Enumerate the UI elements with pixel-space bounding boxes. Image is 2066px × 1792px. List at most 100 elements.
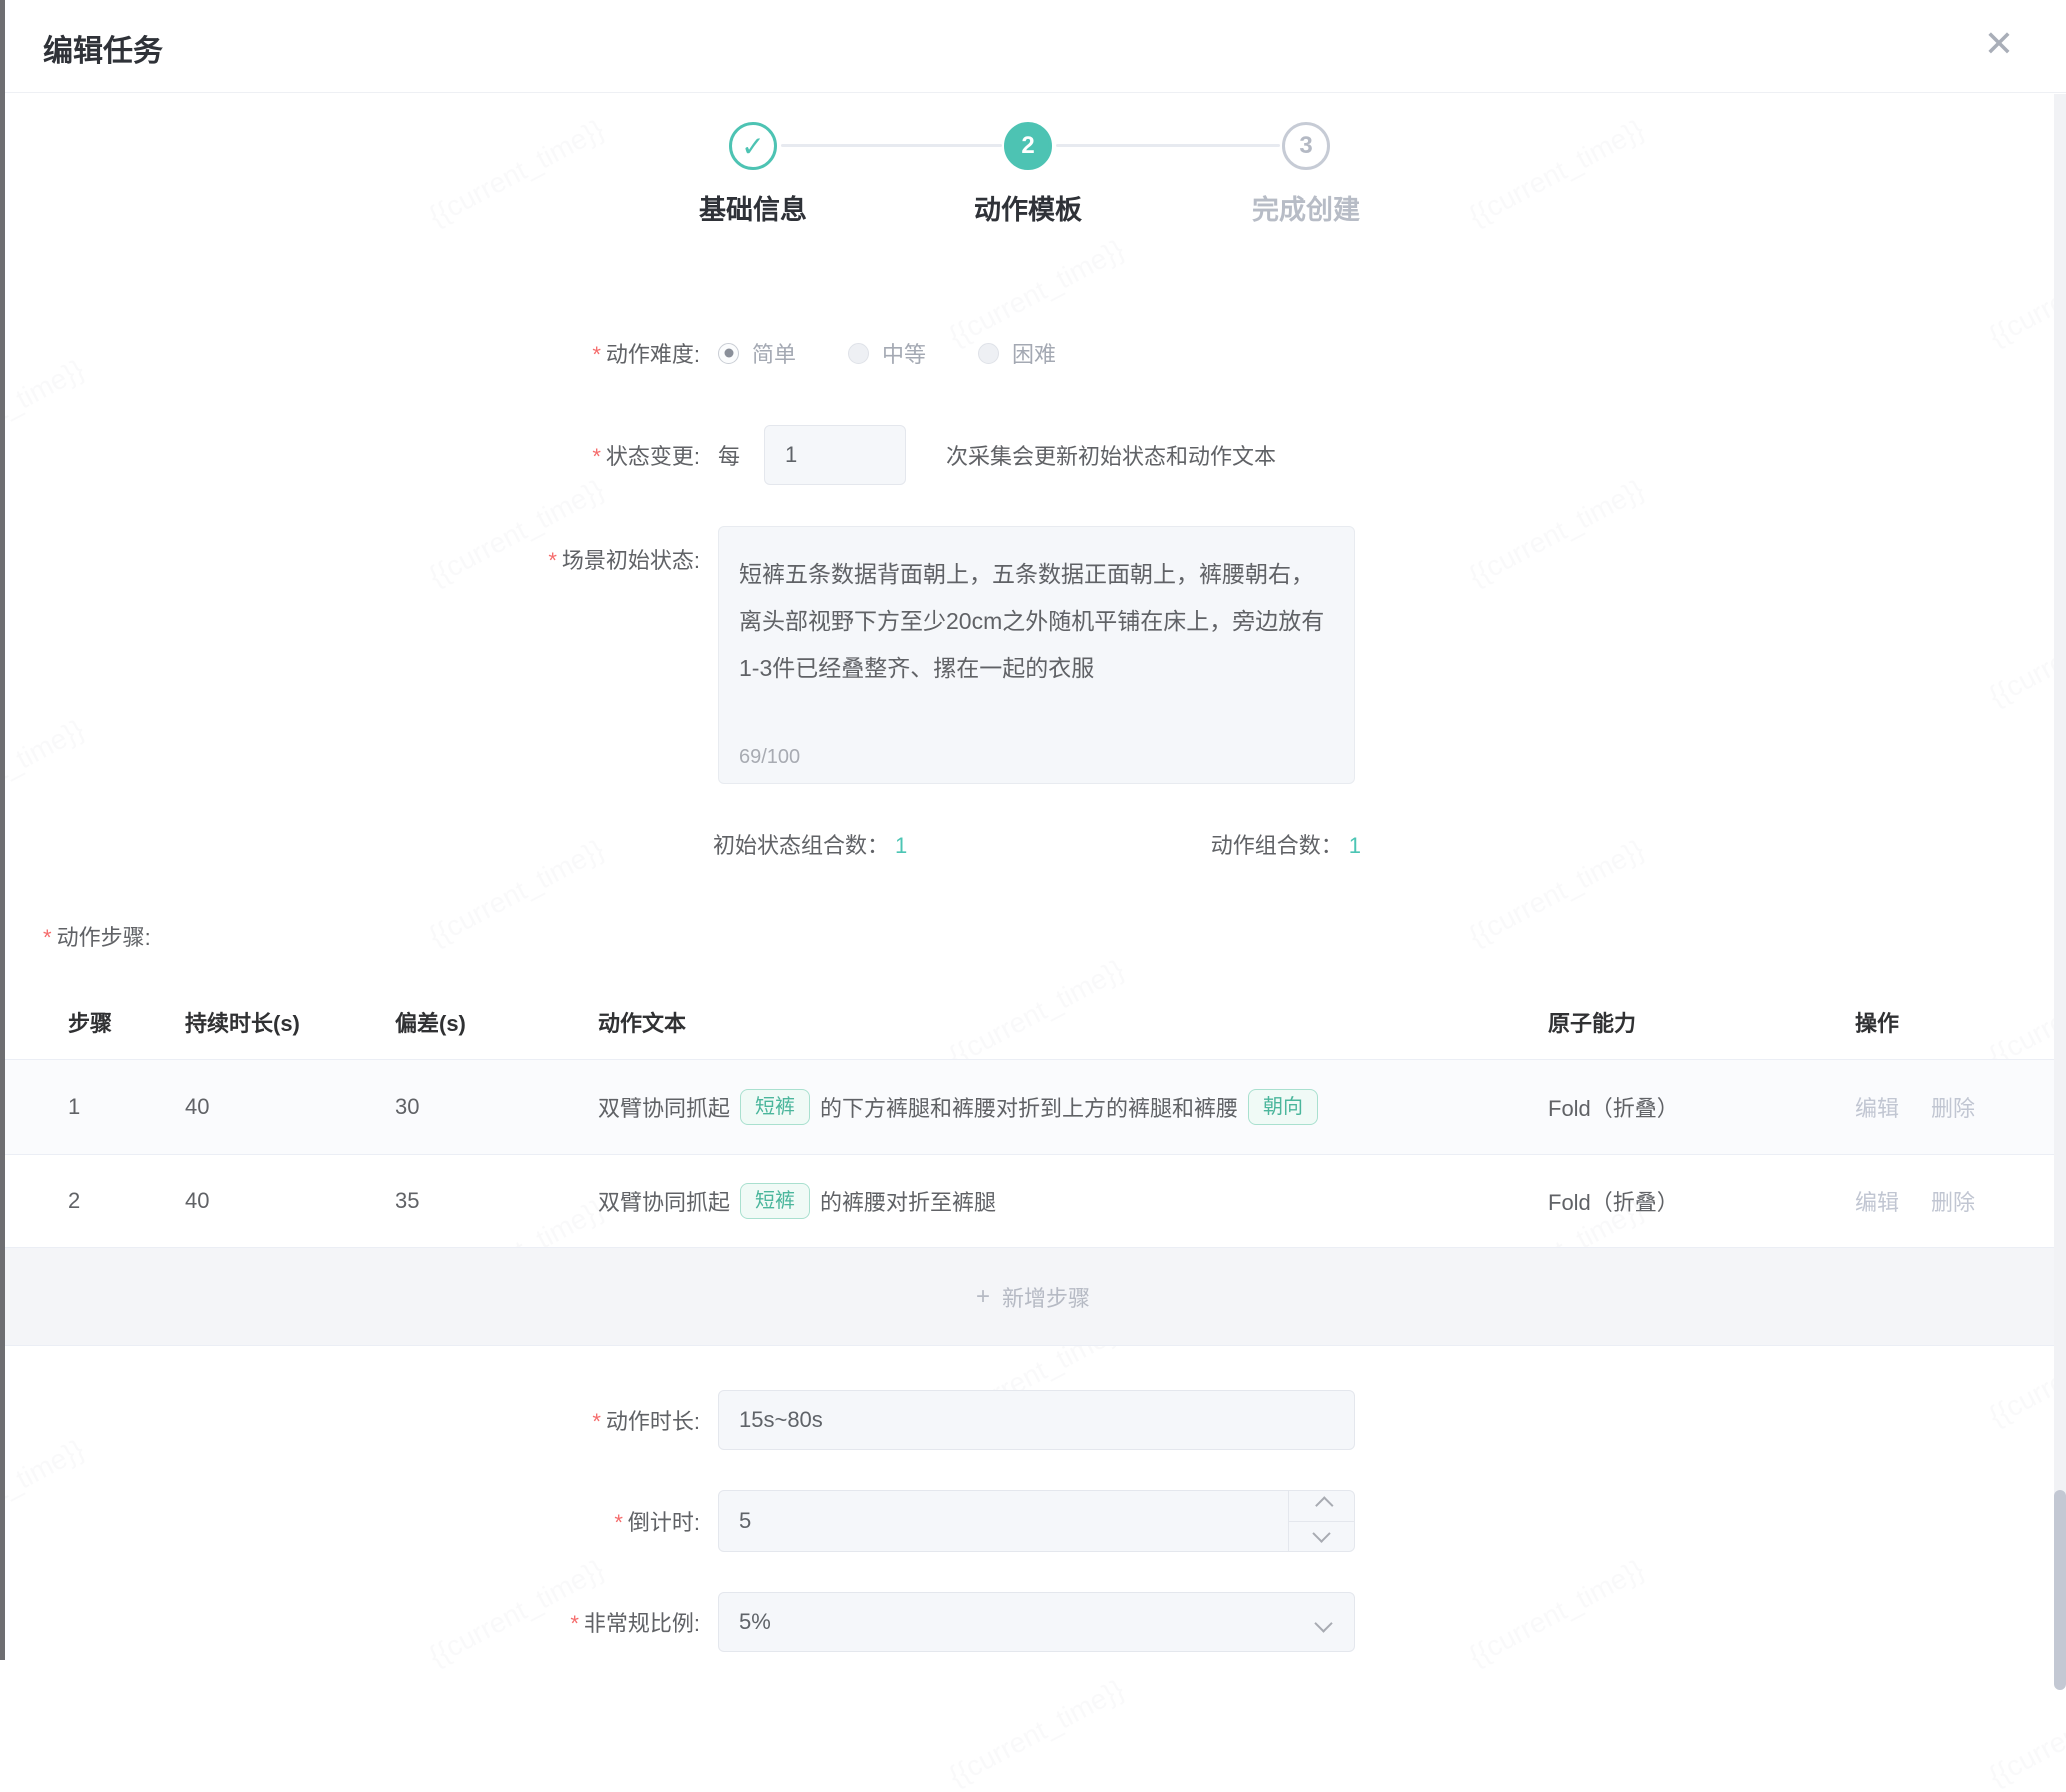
watermark-text: {{current_time}}	[944, 1673, 1129, 1792]
action-text-segment: 双臂协同抓起	[598, 1185, 730, 1217]
countdown-row: *倒计时: 5	[0, 1490, 2066, 1552]
action-text-segment: 双臂协同抓起	[598, 1091, 730, 1123]
required-marker: *	[592, 1409, 601, 1434]
state-change-label: *状态变更:	[0, 439, 700, 471]
duration-label: *动作时长:	[0, 1404, 700, 1436]
cell-ops: 编辑删除	[1855, 1185, 2066, 1217]
add-step-label: 新增步骤	[1002, 1281, 1090, 1313]
cell-action-text: 双臂协同抓起短裤的裤腰对折至裤腿	[598, 1183, 1548, 1219]
action-steps-table: 步骤 持续时长(s) 偏差(s) 动作文本 原子能力 操作 14030双臂协同抓…	[0, 985, 2066, 1346]
dialog-header: 编辑任务 ✕	[0, 0, 2066, 93]
step-label-basic-info: 基础信息	[643, 188, 863, 227]
combo-counts: 初始状态组合数：1 动作组合数：1	[713, 828, 1361, 860]
plus-icon: +	[976, 1283, 990, 1311]
table-row: 14030双臂协同抓起短裤的下方裤腿和裤腰对折到上方的裤腿和裤腰朝向Fold（折…	[0, 1060, 2066, 1155]
radio-label: 中等	[882, 337, 926, 369]
action-combo-value: 1	[1349, 833, 1361, 858]
chevron-down-icon	[1314, 1614, 1332, 1632]
cell-step: 2	[68, 1188, 185, 1214]
radio-label: 困难	[1012, 337, 1056, 369]
increase-icon[interactable]	[1289, 1491, 1354, 1521]
edit-link[interactable]: 编辑	[1855, 1185, 1899, 1217]
add-step-button[interactable]: + 新增步骤	[0, 1248, 2066, 1346]
unusual-ratio-select[interactable]: 5%	[718, 1592, 1355, 1652]
object-tag: 短裤	[740, 1183, 810, 1219]
page-left-edge	[0, 0, 5, 1660]
initial-state-textarea[interactable]: 短裤五条数据背面朝上，五条数据正面朝上，裤腰朝右，离头部视野下方至少20cm之外…	[718, 526, 1355, 784]
col-header-ops: 操作	[1855, 1006, 2066, 1038]
table-body: 14030双臂协同抓起短裤的下方裤腿和裤腰对折到上方的裤腿和裤腰朝向Fold（折…	[0, 1060, 2066, 1248]
cell-deviation: 30	[395, 1094, 598, 1120]
table-row: 24035双臂协同抓起短裤的裤腰对折至裤腿Fold（折叠）编辑删除	[0, 1155, 2066, 1248]
object-tag: 短裤	[740, 1089, 810, 1125]
cell-action-text: 双臂协同抓起短裤的下方裤腿和裤腰对折到上方的裤腿和裤腰朝向	[598, 1089, 1548, 1125]
difficulty-radio-简单[interactable]: 简单	[718, 337, 796, 369]
scrollbar-track[interactable]	[2054, 94, 2066, 1660]
decrease-icon[interactable]	[1289, 1521, 1354, 1552]
dialog-title: 编辑任务	[43, 26, 163, 70]
initial-combo: 初始状态组合数：1	[713, 828, 907, 860]
required-marker: *	[548, 548, 557, 573]
delete-link[interactable]: 删除	[1931, 1091, 1975, 1123]
state-change-suffix: 次采集会更新初始状态和动作文本	[946, 439, 1276, 471]
radio-circle-icon	[978, 343, 999, 364]
step-label-finish: 完成创建	[1196, 188, 1416, 227]
step-connector	[781, 144, 1002, 147]
step-label-action-template: 动作模板	[918, 188, 1138, 227]
difficulty-radio-中等[interactable]: 中等	[848, 337, 926, 369]
cell-ops: 编辑删除	[1855, 1091, 2066, 1123]
unusual-ratio-value: 5%	[739, 1609, 771, 1635]
watermark-text: {{current_time}}	[1984, 1673, 2066, 1792]
state-change-prefix: 每	[718, 439, 740, 471]
required-marker: *	[614, 1510, 623, 1535]
scrollbar-thumb[interactable]	[2054, 1490, 2066, 1690]
state-change-input[interactable]: 1	[764, 425, 906, 485]
delete-link[interactable]: 删除	[1931, 1185, 1975, 1217]
required-marker: *	[592, 342, 601, 367]
watermark-text: {{current_time}}	[1464, 833, 1649, 952]
col-header-deviation: 偏差(s)	[395, 1006, 598, 1038]
cell-deviation: 35	[395, 1188, 598, 1214]
number-spinner	[1288, 1491, 1354, 1551]
watermark-text: {{current_time}}	[424, 833, 609, 952]
countdown-input[interactable]: 5	[718, 1490, 1355, 1552]
table-header-row: 步骤 持续时长(s) 偏差(s) 动作文本 原子能力 操作	[0, 985, 2066, 1060]
required-marker: *	[592, 444, 601, 469]
action-steps-caption: *动作步骤:	[43, 920, 151, 952]
initial-state-label: *场景初始状态:	[0, 543, 700, 575]
initial-state-text: 短裤五条数据背面朝上，五条数据正面朝上，裤腰朝右，离头部视野下方至少20cm之外…	[739, 561, 1324, 681]
step1-check-icon: ✓	[729, 122, 777, 170]
radio-circle-icon	[848, 343, 869, 364]
cell-duration: 40	[185, 1094, 395, 1120]
radio-circle-icon	[718, 343, 739, 364]
countdown-value: 5	[739, 1508, 751, 1534]
initial-combo-value: 1	[895, 833, 907, 858]
radio-label: 简单	[752, 337, 796, 369]
col-header-duration: 持续时长(s)	[185, 1006, 395, 1038]
difficulty-radio-group: 简单 中等 困难	[718, 337, 1108, 369]
col-header-ability: 原子能力	[1548, 1006, 1855, 1038]
difficulty-row: *动作难度: 简单 中等 困难	[0, 332, 2066, 374]
action-combo: 动作组合数：1	[1211, 828, 1361, 860]
duration-value: 15s~80s	[739, 1407, 823, 1433]
unusual-ratio-row: *非常规比例: 5%	[0, 1592, 2066, 1652]
duration-input[interactable]: 15s~80s	[718, 1390, 1355, 1450]
watermark-text: {{current_time}}	[0, 713, 89, 832]
step-connector	[1056, 144, 1280, 147]
cell-duration: 40	[185, 1188, 395, 1214]
step2-circle: 2	[1004, 122, 1052, 170]
difficulty-label: *动作难度:	[0, 337, 700, 369]
state-change-row: *状态变更: 每 1 次采集会更新初始状态和动作文本	[0, 424, 2066, 486]
char-counter: 69/100	[739, 745, 800, 769]
difficulty-radio-困难[interactable]: 困难	[978, 337, 1056, 369]
col-header-action-text: 动作文本	[598, 1006, 1548, 1038]
col-header-step: 步骤	[68, 1006, 185, 1038]
required-marker: *	[570, 1611, 579, 1636]
edit-link[interactable]: 编辑	[1855, 1091, 1899, 1123]
required-marker: *	[43, 925, 52, 950]
cell-ability: Fold（折叠）	[1548, 1091, 1855, 1123]
cell-step: 1	[68, 1094, 185, 1120]
countdown-label: *倒计时:	[0, 1505, 700, 1537]
close-icon[interactable]: ✕	[1984, 24, 2014, 64]
unusual-ratio-label: *非常规比例:	[0, 1606, 700, 1638]
